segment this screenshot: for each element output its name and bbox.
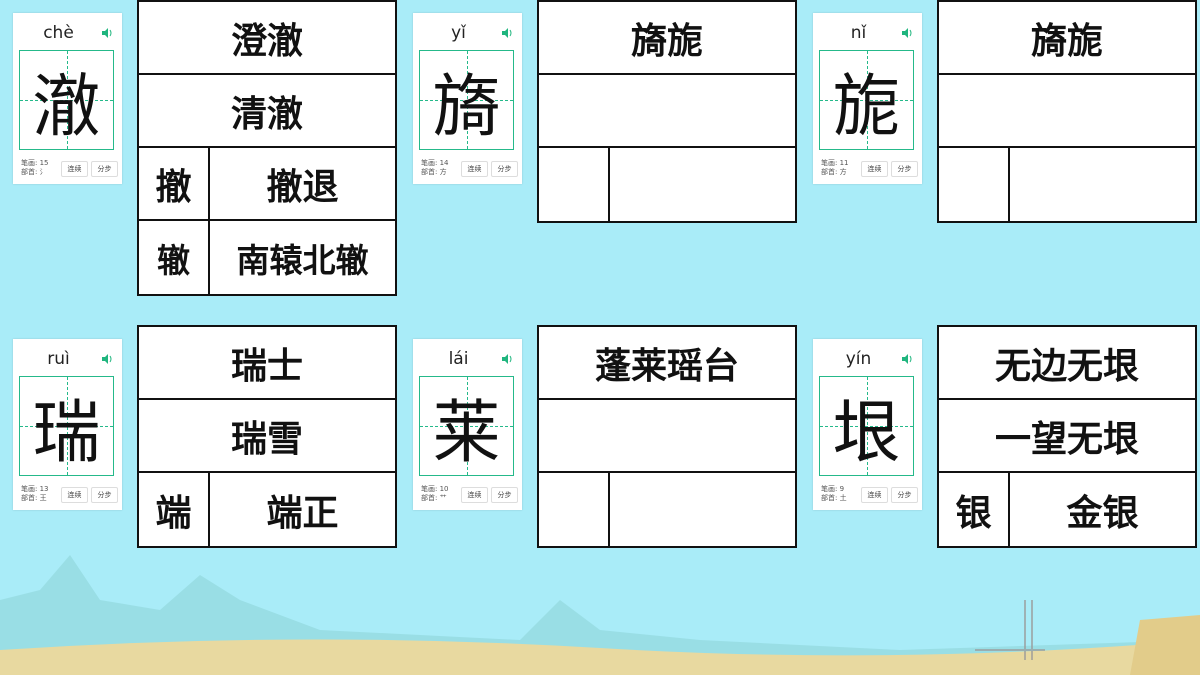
similar-char-cell	[539, 148, 610, 221]
similar-char-cell: 撤	[139, 148, 210, 219]
pinyin-label: chè	[43, 23, 74, 43]
stroke-info: 笔画: 13 部首: 王	[21, 485, 49, 502]
word-cell: 旖旎	[939, 2, 1195, 75]
character-grid: 垠	[819, 376, 914, 476]
word-table-lai: 蓬莱瑶台	[537, 325, 797, 548]
stroke-info: 笔画: 9 部首: 土	[821, 485, 847, 502]
stroke-info: 笔画: 11 部首: 方	[821, 159, 849, 176]
word-cell	[539, 75, 795, 148]
character-glyph: 瑞	[32, 393, 101, 473]
stroke-info: 笔画: 10 部首: 艹	[421, 485, 449, 502]
pinyin-label: nǐ	[850, 23, 867, 43]
continuous-button[interactable]: 连续	[61, 487, 88, 503]
word-cell: 蓬莱瑶台	[539, 327, 795, 400]
word-table-ni: 旖旎	[937, 0, 1197, 223]
character-glyph: 澈	[32, 67, 101, 147]
continuous-button[interactable]: 连续	[461, 161, 488, 177]
word-table-yin: 无边无垠 一望无垠 银 金银	[937, 325, 1197, 548]
character-glyph: 莱	[432, 393, 501, 473]
word-cell: 无边无垠	[939, 327, 1195, 400]
word-cell: 一望无垠	[939, 400, 1195, 473]
hanzi-card-lai: lái 莱 笔画: 10 部首: 艹 连续 分步	[413, 339, 522, 510]
word-cell: 旖旎	[539, 2, 795, 75]
word-table-yi: 旖旎	[537, 0, 797, 223]
speaker-icon[interactable]	[501, 27, 513, 39]
stroke-info: 笔画: 15 部首: 氵	[21, 159, 49, 176]
word-table-rui: 瑞士 瑞雪 端 端正	[137, 325, 397, 548]
speaker-icon[interactable]	[901, 353, 913, 365]
word-cell	[939, 75, 1195, 148]
character-grid: 旎	[819, 50, 914, 150]
hanzi-card-yi: yǐ 旖 笔画: 14 部首: 方 连续 分步	[413, 13, 522, 184]
pinyin-label: yín	[845, 349, 872, 369]
word-cell: 清澈	[139, 75, 395, 148]
similar-word-cell	[610, 148, 795, 221]
character-glyph: 旖	[432, 67, 501, 147]
character-grid: 瑞	[19, 376, 114, 476]
speaker-icon[interactable]	[901, 27, 913, 39]
step-button[interactable]: 分步	[491, 487, 518, 503]
pinyin-label: ruì	[47, 349, 70, 369]
similar-word-cell: 撤退	[266, 166, 339, 208]
pinyin-label: yǐ	[451, 23, 466, 43]
step-button[interactable]: 分步	[891, 487, 918, 503]
continuous-button[interactable]: 连续	[861, 487, 888, 503]
character-grid: 澈	[19, 50, 114, 150]
similar-char-cell	[539, 473, 610, 546]
similar-char-cell: 端	[139, 473, 210, 546]
similar-word-cell: 端正	[266, 492, 339, 534]
hanzi-card-rui: ruì 瑞 笔画: 13 部首: 王 连续 分步	[13, 339, 122, 510]
hanzi-card-che: chè 澈 笔画: 15 部首: 氵 连续 分步	[13, 13, 122, 184]
character-glyph: 旎	[832, 67, 901, 147]
similar-word-cell: 金银	[1066, 492, 1139, 534]
hanzi-card-yin: yín 垠 笔画: 9 部首: 土 连续 分步	[813, 339, 922, 510]
step-button[interactable]: 分步	[491, 161, 518, 177]
pinyin-label: lái	[448, 349, 469, 369]
character-grid: 莱	[419, 376, 514, 476]
speaker-icon[interactable]	[101, 353, 113, 365]
step-button[interactable]: 分步	[891, 161, 918, 177]
continuous-button[interactable]: 连续	[61, 161, 88, 177]
character-glyph: 垠	[832, 393, 901, 473]
similar-char-cell: 银	[939, 473, 1010, 546]
speaker-icon[interactable]	[101, 27, 113, 39]
continuous-button[interactable]: 连续	[461, 487, 488, 503]
similar-word-cell	[610, 473, 795, 546]
similar-word-cell	[1010, 148, 1195, 221]
continuous-button[interactable]: 连续	[861, 161, 888, 177]
step-button[interactable]: 分步	[91, 161, 118, 177]
hanzi-card-ni: nǐ 旎 笔画: 11 部首: 方 连续 分步	[813, 13, 922, 184]
speaker-icon[interactable]	[501, 353, 513, 365]
similar-word-cell: 南辕北辙	[236, 240, 369, 280]
similar-char-cell	[939, 148, 1010, 221]
character-grid: 旖	[419, 50, 514, 150]
stroke-info: 笔画: 14 部首: 方	[421, 159, 449, 176]
word-cell: 瑞雪	[139, 400, 395, 473]
word-cell	[539, 400, 795, 473]
word-cell: 瑞士	[139, 327, 395, 400]
word-cell: 澄澈	[139, 2, 395, 75]
step-button[interactable]: 分步	[91, 487, 118, 503]
similar-char-cell: 辙	[139, 221, 210, 294]
word-table-che: 澄澈 清澈 撤 撤退 辙南辕北辙	[137, 0, 397, 296]
